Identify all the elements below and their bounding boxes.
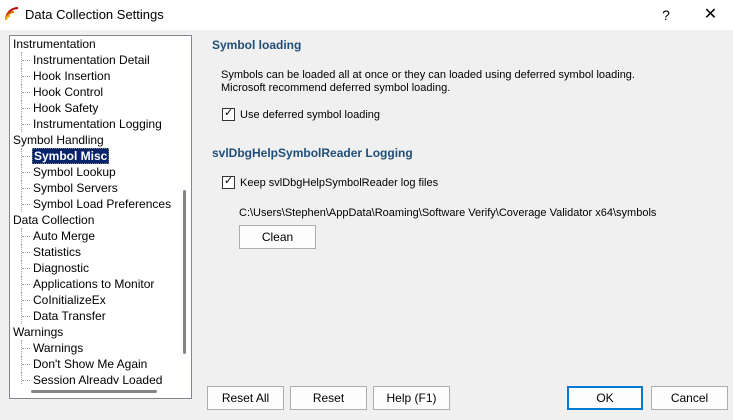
tree-item[interactable]: Statistics bbox=[10, 244, 178, 260]
vertical-scrollbar[interactable] bbox=[178, 36, 191, 384]
reset-button[interactable]: Reset bbox=[290, 386, 367, 410]
horizontal-scrollbar[interactable] bbox=[10, 384, 191, 398]
symbol-loading-description-1: Symbols can be loaded all at once or the… bbox=[221, 69, 635, 81]
tree-item[interactable]: Diagnostic bbox=[10, 260, 178, 276]
deferred-loading-checkbox[interactable] bbox=[222, 106, 235, 121]
app-icon bbox=[5, 7, 19, 21]
tree-item-label: Instrumentation Logging bbox=[33, 117, 162, 131]
tree-item[interactable]: Symbol Lookup bbox=[10, 164, 178, 180]
window-title: Data Collection Settings bbox=[25, 7, 164, 22]
tree-item-label: Statistics bbox=[33, 245, 82, 259]
keep-log-files-label[interactable]: Keep svlDbgHelpSymbolReader log files bbox=[240, 176, 438, 190]
tree-item-label: Warnings bbox=[33, 341, 84, 355]
close-icon[interactable]: ✕ bbox=[688, 0, 733, 30]
tree-item-label: Diagnostic bbox=[33, 261, 90, 275]
tree-item[interactable]: Hook Control bbox=[10, 84, 178, 100]
vertical-scroll-thumb[interactable] bbox=[183, 190, 186, 354]
tree-category[interactable]: Instrumentation bbox=[10, 36, 178, 52]
tree-item-label: CoInitializeEx bbox=[33, 293, 106, 307]
tree-item-label: Symbol Misc bbox=[32, 148, 110, 164]
tree-item-label: Hook Safety bbox=[33, 101, 99, 115]
tree-item[interactable]: Don't Show Me Again bbox=[10, 356, 178, 372]
tree-rows: Instrumentation Instrumentation Detail Hoo… bbox=[10, 36, 178, 398]
tree-item[interactable]: Symbol Servers bbox=[10, 180, 178, 196]
keep-log-files-checkbox[interactable] bbox=[222, 174, 235, 189]
tree-item-label: Symbol Load Preferences bbox=[33, 197, 172, 211]
tree-item-label: Symbol Lookup bbox=[33, 165, 116, 179]
title-bar: Data Collection Settings ? ✕ bbox=[0, 0, 733, 30]
reset-all-button[interactable]: Reset All bbox=[207, 386, 284, 410]
tree-item-label: Auto Merge bbox=[33, 229, 96, 243]
symbol-loading-heading: Symbol loading bbox=[212, 38, 302, 52]
tree-item-label: Symbol Handling bbox=[13, 133, 104, 147]
tree-item[interactable]: Symbol Misc bbox=[10, 148, 178, 164]
help-icon[interactable]: ? bbox=[646, 0, 686, 30]
tree-item[interactable]: Warnings bbox=[10, 340, 178, 356]
tree-item[interactable]: Auto Merge bbox=[10, 228, 178, 244]
tree-item-label: Instrumentation Detail bbox=[33, 53, 150, 67]
tree-item-label: Warnings bbox=[13, 325, 64, 339]
tree-item-label: Instrumentation bbox=[13, 37, 96, 51]
deferred-loading-label[interactable]: Use deferred symbol loading bbox=[240, 108, 380, 122]
settings-tree[interactable]: Instrumentation Instrumentation Detail Hoo… bbox=[9, 35, 192, 399]
tree-item-label: Symbol Servers bbox=[33, 181, 118, 195]
tree-item-label: Hook Insertion bbox=[33, 69, 111, 83]
log-files-path: C:\Users\Stephen\AppData\Roaming\Softwar… bbox=[239, 207, 657, 219]
tree-item[interactable]: Hook Safety bbox=[10, 100, 178, 116]
tree-item-label: Hook Control bbox=[33, 85, 104, 99]
horizontal-scroll-thumb[interactable] bbox=[31, 390, 157, 393]
tree-item[interactable]: Data Transfer bbox=[10, 308, 178, 324]
tree-item-label: Data Transfer bbox=[33, 309, 106, 323]
dbghelp-logging-heading: svlDbgHelpSymbolReader Logging bbox=[212, 146, 413, 160]
tree-item[interactable]: CoInitializeEx bbox=[10, 292, 178, 308]
tree-item[interactable]: Hook Insertion bbox=[10, 68, 178, 84]
ok-button[interactable]: OK bbox=[567, 386, 643, 410]
cancel-button[interactable]: Cancel bbox=[651, 386, 728, 410]
tree-item[interactable]: Applications to Monitor bbox=[10, 276, 178, 292]
tree-item-label: Data Collection bbox=[13, 213, 95, 227]
tree-item[interactable]: Instrumentation Detail bbox=[10, 52, 178, 68]
symbol-loading-description-2: Microsoft recommend deferred symbol load… bbox=[221, 82, 451, 94]
tree-item[interactable]: Symbol Load Preferences bbox=[10, 196, 178, 212]
tree-item[interactable]: Instrumentation Logging bbox=[10, 116, 178, 132]
tree-category[interactable]: Data Collection bbox=[10, 212, 178, 228]
clean-button[interactable]: Clean bbox=[239, 225, 316, 249]
tree-category[interactable]: Symbol Handling bbox=[10, 132, 178, 148]
tree-item-label: Applications to Monitor bbox=[33, 277, 155, 291]
tree-item-label: Don't Show Me Again bbox=[33, 357, 148, 371]
help-button[interactable]: Help (F1) bbox=[373, 386, 450, 410]
tree-category[interactable]: Warnings bbox=[10, 324, 178, 340]
